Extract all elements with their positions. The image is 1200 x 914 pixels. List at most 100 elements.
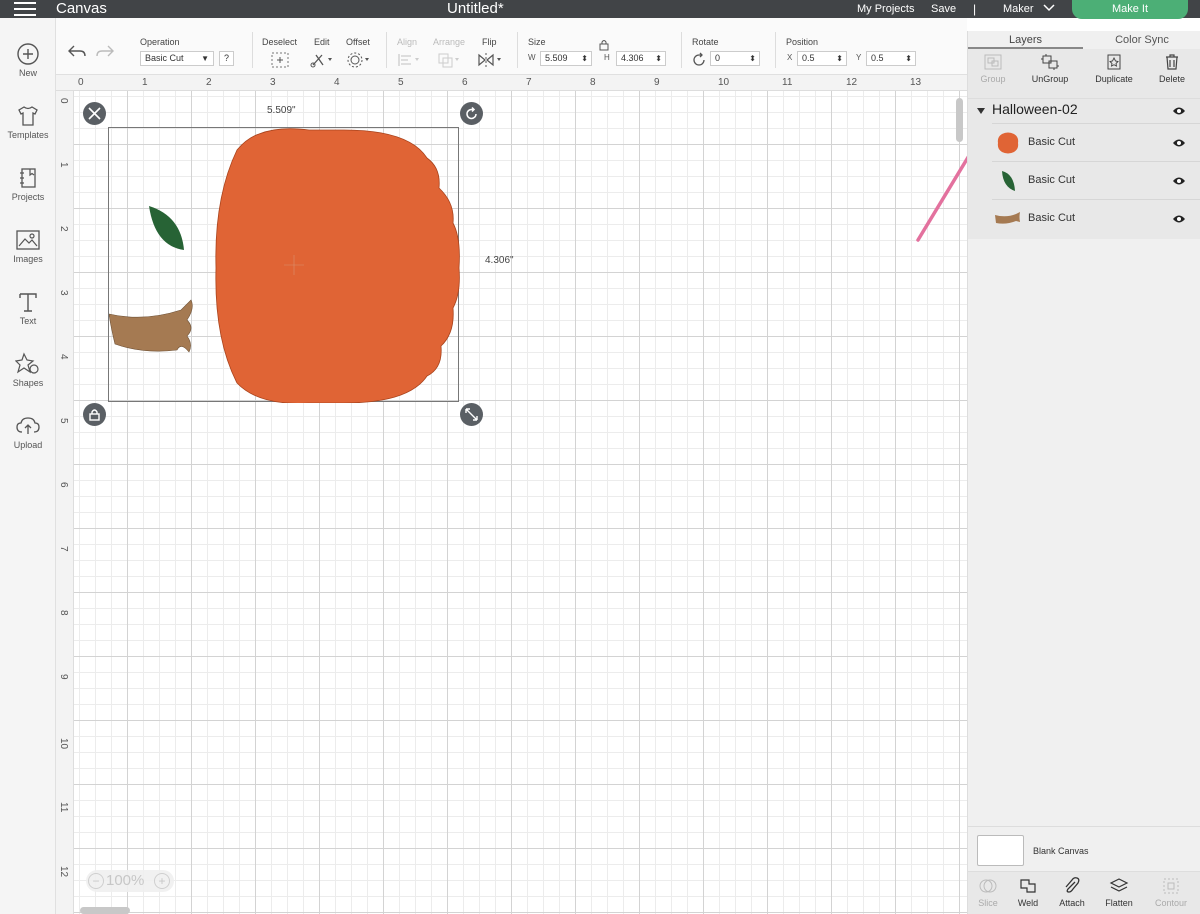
- tab-layers[interactable]: Layers: [968, 31, 1083, 49]
- zoom-in-button[interactable]: +: [154, 873, 170, 889]
- stepper-arrows-icon[interactable]: ⬍: [655, 52, 662, 65]
- right-panel: Layers Color Sync Group UnGroup Duplicat…: [967, 31, 1200, 914]
- ungroup-button[interactable]: UnGroup: [1022, 53, 1078, 84]
- leaf-thumbnail: [1002, 171, 1015, 191]
- separator: |: [973, 2, 977, 16]
- ruler-top-label: 2: [206, 77, 212, 88]
- layer-group-row[interactable]: Halloween-02: [968, 99, 1200, 123]
- eye-icon[interactable]: [1172, 106, 1186, 116]
- ruler-top-label: 5: [398, 77, 404, 88]
- contour-label: Contour: [1154, 898, 1188, 908]
- deselect-icon[interactable]: [271, 52, 289, 68]
- arrange-icon[interactable]: [437, 52, 461, 68]
- sidebar-item-shapes[interactable]: Shapes: [0, 348, 56, 402]
- group-label: Group: [980, 74, 1006, 84]
- rotate-input[interactable]: 0 ⬍: [710, 51, 760, 66]
- sidebar-item-text[interactable]: Text: [0, 286, 56, 340]
- x-position-input[interactable]: 0.5 ⬍: [797, 51, 847, 66]
- eye-icon[interactable]: [1172, 138, 1186, 148]
- eye-icon[interactable]: [1172, 176, 1186, 186]
- attach-button[interactable]: Attach: [1049, 877, 1095, 908]
- make-it-button[interactable]: Make It: [1072, 0, 1188, 19]
- tab-color-sync[interactable]: Color Sync: [1083, 31, 1200, 49]
- redo-icon[interactable]: [95, 43, 115, 59]
- stepper-arrows-icon[interactable]: ⬍: [836, 52, 843, 65]
- rotate-value: 0: [715, 53, 721, 63]
- delete-handle[interactable]: [83, 102, 106, 125]
- panel-tabs: Layers Color Sync: [968, 31, 1200, 49]
- slice-icon: [979, 879, 997, 893]
- offset-label: Offset: [346, 37, 370, 47]
- sidebar-item-projects[interactable]: Projects: [0, 162, 56, 216]
- sidebar-item-upload[interactable]: Upload: [0, 410, 56, 464]
- save-button[interactable]: Save: [931, 0, 956, 18]
- group-icon: [984, 54, 1002, 70]
- contour-button[interactable]: Contour: [1148, 877, 1194, 908]
- layer-row[interactable]: Basic Cut: [992, 199, 1200, 239]
- sidebar-item-label: Images: [13, 254, 43, 264]
- lock-ratio-icon[interactable]: [599, 39, 609, 51]
- align-icon[interactable]: [397, 52, 421, 68]
- stepper-arrows-icon[interactable]: ⬍: [581, 52, 588, 65]
- caret-down-icon[interactable]: [977, 107, 985, 115]
- stepper-arrows-icon[interactable]: ⬍: [749, 52, 756, 65]
- horizontal-scrollbar[interactable]: [80, 907, 130, 914]
- zoom-out-button[interactable]: −: [88, 873, 104, 889]
- sidebar-item-templates[interactable]: Templates: [0, 100, 56, 154]
- operation-value: Basic Cut: [145, 53, 184, 63]
- width-input[interactable]: 5.509 ⬍: [540, 51, 592, 66]
- dropdown-arrow-icon: ▼: [201, 54, 209, 63]
- sidebar-item-new[interactable]: New: [0, 38, 56, 92]
- layer-row[interactable]: Basic Cut: [992, 123, 1200, 161]
- ruler-top-label: 8: [590, 77, 596, 88]
- hamburger-menu-icon[interactable]: [14, 2, 36, 16]
- machine-selector[interactable]: Maker: [1003, 0, 1034, 18]
- rotate-handle[interactable]: [460, 102, 483, 125]
- ruler-left-label: 12: [58, 866, 69, 878]
- flatten-button[interactable]: Flatten: [1096, 877, 1142, 908]
- ruler-left-label: 8: [58, 610, 69, 616]
- layer-label: Basic Cut: [1028, 174, 1076, 186]
- group-button[interactable]: Group: [965, 53, 1021, 84]
- chevron-down-icon[interactable]: [1043, 3, 1055, 13]
- stem-thumbnail: [995, 212, 1020, 224]
- width-dimension-label: 5.509": [267, 105, 296, 116]
- layers-list: Halloween-02 Basic Cut Basic Cut Basic C…: [968, 99, 1200, 239]
- ruler-top-label: 10: [718, 77, 730, 88]
- design-canvas[interactable]: 0 1 2 3 4 5 6 7 8 9 10 11 12 13 0 1 2 3 4 5 6 7 8 9 10 11 12 5.50…: [56, 75, 967, 914]
- document-title[interactable]: Untitled*: [447, 0, 504, 18]
- ruler-top-label: 0: [78, 77, 84, 88]
- edit-scissors-icon[interactable]: [310, 52, 334, 68]
- group-name: Halloween-02: [992, 101, 1078, 117]
- duplicate-button[interactable]: Duplicate: [1086, 53, 1142, 84]
- flip-icon[interactable]: [477, 52, 503, 68]
- tshirt-icon: [18, 106, 38, 126]
- bottom-actions: Slice Weld Attach Flatten Contour: [968, 871, 1200, 914]
- toolbar-divider: [386, 32, 387, 68]
- delete-button[interactable]: Delete: [1144, 53, 1200, 84]
- blank-canvas-swatch[interactable]: [977, 835, 1024, 866]
- ruler-left: 0 1 2 3 4 5 6 7 8 9 10 11 12: [56, 91, 74, 914]
- eye-icon[interactable]: [1172, 214, 1186, 224]
- undo-icon[interactable]: [67, 43, 87, 59]
- my-projects-link[interactable]: My Projects: [857, 0, 914, 18]
- weld-button[interactable]: Weld: [1005, 877, 1051, 908]
- sidebar-item-images[interactable]: Images: [0, 224, 56, 278]
- close-icon: [88, 107, 101, 120]
- blank-canvas-row[interactable]: Blank Canvas: [968, 826, 1200, 871]
- height-input[interactable]: 4.306 ⬍: [616, 51, 666, 66]
- weld-icon: [1020, 879, 1036, 893]
- layer-row[interactable]: Basic Cut: [992, 161, 1200, 199]
- operation-select[interactable]: Basic Cut ▼: [140, 51, 214, 66]
- offset-icon[interactable]: [347, 52, 371, 68]
- cloud-upload-icon: [16, 417, 40, 434]
- resize-handle[interactable]: [460, 403, 483, 426]
- halloween-02-group[interactable]: [109, 128, 460, 403]
- lock-handle[interactable]: [83, 403, 106, 426]
- left-sidebar: New Templates Projects Images Text Shape…: [0, 18, 56, 914]
- operation-help-button[interactable]: ?: [219, 51, 234, 66]
- selection-box[interactable]: [108, 127, 460, 403]
- plus-circle-icon: [17, 43, 39, 65]
- y-label: Y: [856, 53, 862, 62]
- ruler-top-label: 11: [782, 77, 793, 88]
